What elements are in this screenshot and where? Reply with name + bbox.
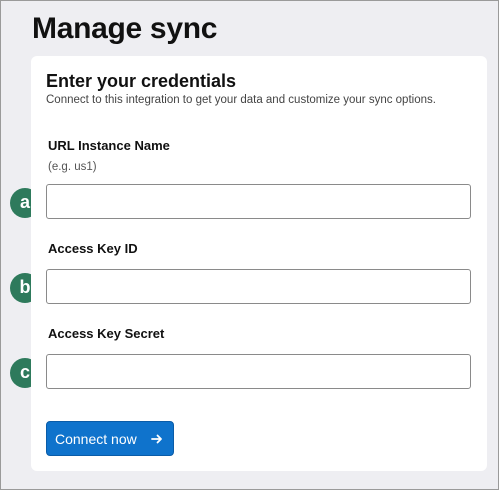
card-title: Enter your credentials [46,71,237,91]
window-frame: Manage sync a b c Enter your credentials… [0,0,499,490]
url-instance-name-label: URL Instance Name [48,138,170,153]
access-key-secret-label: Access Key Secret [48,326,165,341]
card-subtitle: Connect to this integration to get your … [46,94,436,106]
access-key-id-input[interactable] [46,269,471,304]
connect-now-label: Connect now [55,430,137,447]
url-instance-name-hint: (e.g. us1) [48,161,97,173]
credentials-card: Enter your credentials Connect to this i… [31,56,487,471]
access-key-secret-input[interactable] [46,354,471,389]
connect-now-button[interactable]: Connect now [46,421,174,456]
access-key-id-label: Access Key ID [48,241,138,256]
arrow-right-icon [150,434,162,443]
page-title: Manage sync [32,12,218,45]
url-instance-name-input[interactable] [46,184,471,219]
